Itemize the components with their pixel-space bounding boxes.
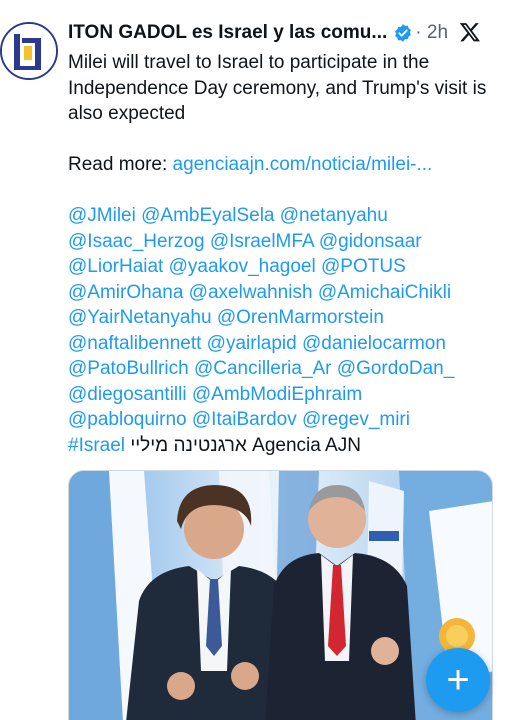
mention-link[interactable]: @PatoBullrich [68, 358, 189, 379]
mention-link[interactable]: @Cancilleria_Ar [194, 358, 332, 379]
verified-badge-icon [395, 24, 412, 42]
mention-link[interactable]: @JMilei [68, 205, 136, 226]
mention-link[interactable]: @AmbModiEphraim [192, 384, 362, 405]
mention-link[interactable]: @danielocarmon [302, 333, 446, 354]
mention-link[interactable]: @yaakov_hagoel [169, 256, 316, 277]
iton-gadol-logo-icon [2, 24, 56, 78]
mention-link[interactable]: @naftalibennett [68, 333, 201, 354]
tweet-text: Milei will travel to Israel to participa… [68, 50, 493, 458]
tweet-header: ITON GADOL es Israel y las comu... · 2h [68, 19, 495, 47]
mention-link[interactable]: @ItaiBardov [192, 409, 297, 430]
post-headline: Milei will travel to Israel to participa… [68, 52, 487, 124]
mention-link[interactable]: @OrenMarmorstein [217, 307, 384, 328]
x-logo-icon[interactable] [459, 21, 481, 43]
mention-link[interactable]: @AmirOhana [68, 282, 183, 303]
hashtag-line: #Israel ארגנטינה מיליי Agencia AJN [68, 435, 361, 456]
mention-link[interactable]: @IsraelMFA [210, 231, 314, 252]
mention-link[interactable]: @pabloquirno [68, 409, 187, 430]
mention-link[interactable]: @YairNetanyahu [68, 307, 212, 328]
mention-link[interactable]: @regev_miri [302, 409, 410, 430]
hebrew-text: ארגנטינה מיליי [130, 434, 247, 456]
mention-link[interactable]: @gidonsaar [319, 231, 422, 252]
mention-link[interactable]: @netanyahu [280, 205, 388, 226]
read-more-label: Read more: [68, 154, 173, 175]
timestamp[interactable]: · 2h [415, 22, 448, 44]
mention-link[interactable]: @POTUS [321, 256, 406, 277]
mention-link[interactable]: @AmbEyalSela [141, 205, 274, 226]
mention-link[interactable]: @LiorHaiat [68, 256, 163, 277]
mention-link[interactable]: @yairlapid [207, 333, 297, 354]
mention-link[interactable]: @Isaac_Herzog [68, 231, 205, 252]
avatar[interactable] [0, 22, 58, 80]
mention-link[interactable]: @GordoDan_ [337, 358, 455, 379]
tweet[interactable]: ITON GADOL es Israel y las comu... · 2h … [0, 0, 505, 720]
hashtag-link[interactable]: #Israel [68, 435, 125, 456]
author-name[interactable]: ITON GADOL es Israel y las comu... [68, 22, 387, 44]
mention-link[interactable]: @diegosantilli [68, 384, 187, 405]
compose-button[interactable]: + [426, 648, 490, 712]
agency-text: Agencia AJN [252, 434, 361, 456]
article-link[interactable]: agenciaajn.com/noticia/milei-... [173, 154, 433, 175]
mentions-block: @JMilei @AmbEyalSela @netanyahu @Isaac_H… [68, 203, 493, 458]
read-more-line: Read more: agenciaajn.com/noticia/milei-… [68, 152, 493, 178]
mention-link[interactable]: @axelwahnish [189, 282, 313, 303]
mention-link[interactable]: @AmichaiChikli [318, 282, 451, 303]
